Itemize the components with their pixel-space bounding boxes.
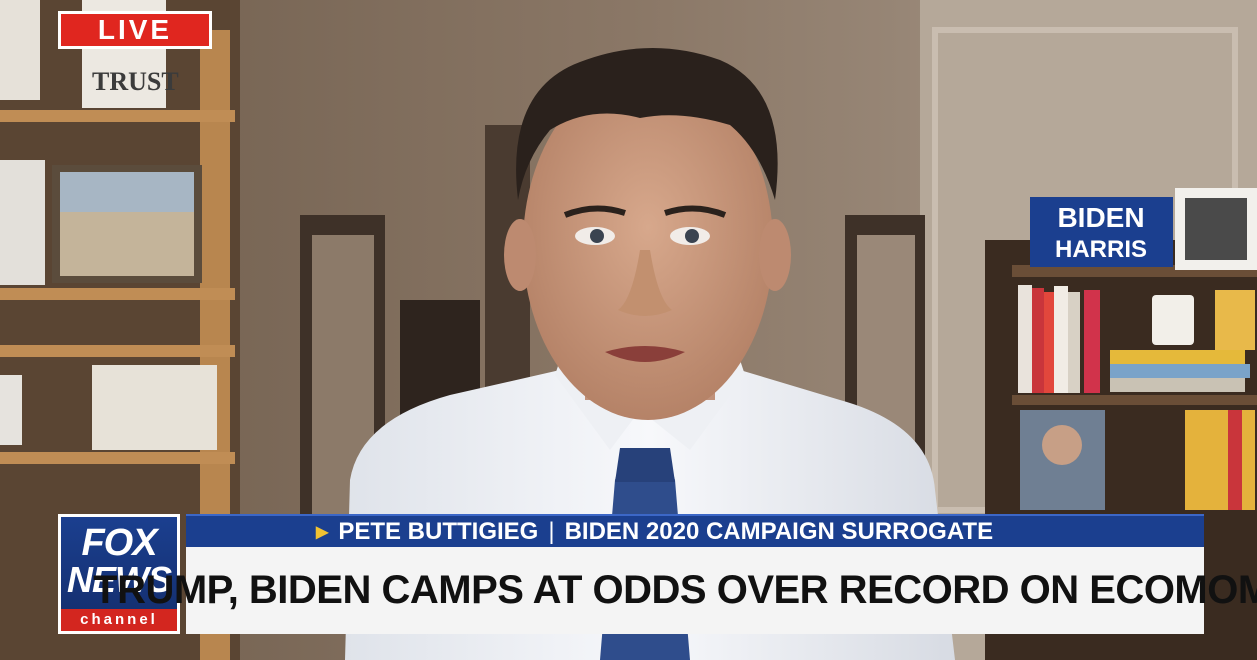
play-arrow-icon: ▶: [316, 523, 329, 541]
name-separator: |: [548, 517, 555, 545]
headline-text: TRUMP, BIDEN CAMPS AT ODDS OVER RECORD O…: [93, 568, 1257, 612]
right-ear: [759, 219, 791, 291]
live-badge-text: LIVE: [61, 14, 209, 46]
speaker-role: BIDEN 2020 CAMPAIGN SURROGATE: [564, 517, 994, 545]
headline-bar: TRUMP, BIDEN CAMPS AT ODDS OVER RECORD O…: [93, 547, 1257, 634]
campaign-sign-line2: HARRIS: [1055, 236, 1147, 263]
speaker-name: PETE BUTTIGIEG: [338, 517, 539, 545]
left-ear: [504, 219, 536, 291]
lower-third: FOX NEWS channel ▶ PETE BUTTIGIEG | BIDE…: [58, 514, 1257, 634]
name-bar: ▶ PETE BUTTIGIEG | BIDEN 2020 CAMPAIGN S…: [186, 514, 1204, 547]
logo-line-fox: FOX: [81, 522, 157, 564]
video-frame: TRUST BIDEN HARRIS LIVE FOX NEWS channel…: [0, 0, 1257, 660]
live-badge: LIVE: [58, 11, 212, 49]
shelf-sign-text: TRUST: [92, 67, 179, 96]
campaign-sign-line1: BIDEN: [1057, 202, 1144, 233]
